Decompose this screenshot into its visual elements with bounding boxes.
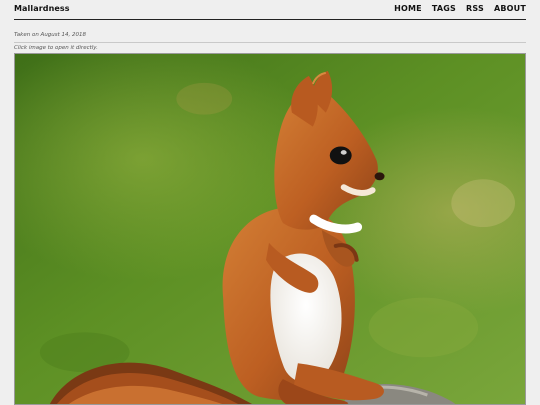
main-navigation: HOME TAGS RSS ABOUT xyxy=(394,4,526,13)
nav-about-link[interactable]: ABOUT xyxy=(494,4,526,13)
nav-tags-link[interactable]: TAGS xyxy=(432,4,456,13)
squirrel-photo-link[interactable] xyxy=(14,53,526,405)
page: Mallardness HOME TAGS RSS ABOUT Taken on… xyxy=(0,0,540,405)
top-navigation-bar: Mallardness HOME TAGS RSS ABOUT xyxy=(14,0,526,20)
image-open-hint: Click image to open it directly. xyxy=(14,45,98,51)
nav-home-link[interactable]: HOME xyxy=(394,4,422,13)
squirrel-photo xyxy=(15,54,525,404)
content-divider xyxy=(14,42,526,43)
site-title-link[interactable]: Mallardness xyxy=(14,4,70,13)
nav-rss-link[interactable]: RSS xyxy=(466,4,484,13)
photo-date-caption: Taken on August 14, 2018 xyxy=(14,32,87,38)
